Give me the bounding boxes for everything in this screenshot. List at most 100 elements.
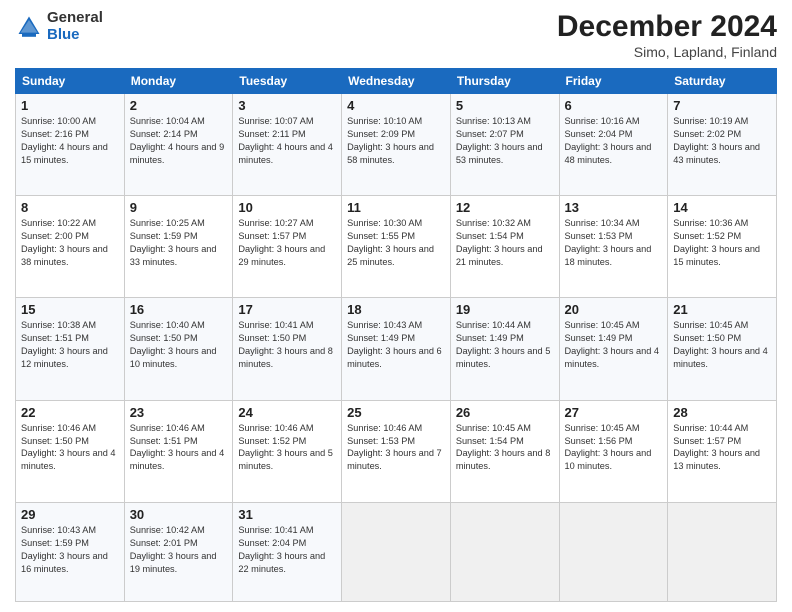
table-row: 15 Sunrise: 10:38 AMSunset: 1:51 PMDayli… — [16, 298, 125, 400]
day-number: 2 — [130, 98, 228, 113]
day-number: 26 — [456, 405, 554, 420]
day-detail: Sunrise: 10:44 AMSunset: 1:49 PMDaylight… — [456, 320, 551, 369]
header-thursday: Thursday — [450, 69, 559, 94]
day-detail: Sunrise: 10:19 AMSunset: 2:02 PMDaylight… — [673, 116, 760, 165]
day-detail: Sunrise: 10:36 AMSunset: 1:52 PMDaylight… — [673, 218, 760, 267]
day-number: 16 — [130, 302, 228, 317]
table-row: 29 Sunrise: 10:43 AMSunset: 1:59 PMDayli… — [16, 502, 125, 601]
day-number: 19 — [456, 302, 554, 317]
day-detail: Sunrise: 10:04 AMSunset: 2:14 PMDaylight… — [130, 116, 225, 165]
calendar-table: Sunday Monday Tuesday Wednesday Thursday… — [15, 68, 777, 602]
day-detail: Sunrise: 10:32 AMSunset: 1:54 PMDaylight… — [456, 218, 543, 267]
table-row: 5 Sunrise: 10:13 AMSunset: 2:07 PMDaylig… — [450, 94, 559, 196]
table-row: 26 Sunrise: 10:45 AMSunset: 1:54 PMDayli… — [450, 400, 559, 502]
page: General Blue December 2024 Simo, Lapland… — [0, 0, 792, 612]
month-title: December 2024 — [557, 10, 777, 44]
table-row: 7 Sunrise: 10:19 AMSunset: 2:02 PMDaylig… — [668, 94, 777, 196]
table-row: 16 Sunrise: 10:40 AMSunset: 1:50 PMDayli… — [124, 298, 233, 400]
day-number: 13 — [565, 200, 663, 215]
table-row: 14 Sunrise: 10:36 AMSunset: 1:52 PMDayli… — [668, 196, 777, 298]
day-number: 18 — [347, 302, 445, 317]
day-number: 29 — [21, 507, 119, 522]
weekday-header-row: Sunday Monday Tuesday Wednesday Thursday… — [16, 69, 777, 94]
day-number: 12 — [456, 200, 554, 215]
header-tuesday: Tuesday — [233, 69, 342, 94]
day-detail: Sunrise: 10:38 AMSunset: 1:51 PMDaylight… — [21, 320, 108, 369]
table-row: 10 Sunrise: 10:27 AMSunset: 1:57 PMDayli… — [233, 196, 342, 298]
logo-icon — [15, 13, 43, 41]
table-row: 18 Sunrise: 10:43 AMSunset: 1:49 PMDayli… — [342, 298, 451, 400]
header-monday: Monday — [124, 69, 233, 94]
day-detail: Sunrise: 10:43 AMSunset: 1:49 PMDaylight… — [347, 320, 442, 369]
day-number: 5 — [456, 98, 554, 113]
table-row: 6 Sunrise: 10:16 AMSunset: 2:04 PMDaylig… — [559, 94, 668, 196]
day-detail: Sunrise: 10:43 AMSunset: 1:59 PMDaylight… — [21, 525, 108, 574]
table-row: 2 Sunrise: 10:04 AMSunset: 2:14 PMDaylig… — [124, 94, 233, 196]
day-number: 23 — [130, 405, 228, 420]
day-detail: Sunrise: 10:30 AMSunset: 1:55 PMDaylight… — [347, 218, 434, 267]
day-detail: Sunrise: 10:46 AMSunset: 1:50 PMDaylight… — [21, 423, 116, 472]
table-row: 11 Sunrise: 10:30 AMSunset: 1:55 PMDayli… — [342, 196, 451, 298]
day-number: 11 — [347, 200, 445, 215]
day-number: 21 — [673, 302, 771, 317]
table-row: 4 Sunrise: 10:10 AMSunset: 2:09 PMDaylig… — [342, 94, 451, 196]
table-row: 24 Sunrise: 10:46 AMSunset: 1:52 PMDayli… — [233, 400, 342, 502]
day-number: 24 — [238, 405, 336, 420]
location-subtitle: Simo, Lapland, Finland — [557, 44, 777, 60]
table-row: 8 Sunrise: 10:22 AMSunset: 2:00 PMDaylig… — [16, 196, 125, 298]
table-row — [668, 502, 777, 601]
calendar-body: 1 Sunrise: 10:00 AMSunset: 2:16 PMDaylig… — [16, 94, 777, 602]
day-detail: Sunrise: 10:46 AMSunset: 1:53 PMDaylight… — [347, 423, 442, 472]
day-detail: Sunrise: 10:45 AMSunset: 1:54 PMDaylight… — [456, 423, 551, 472]
day-detail: Sunrise: 10:45 AMSunset: 1:49 PMDaylight… — [565, 320, 660, 369]
table-row: 9 Sunrise: 10:25 AMSunset: 1:59 PMDaylig… — [124, 196, 233, 298]
day-detail: Sunrise: 10:22 AMSunset: 2:00 PMDaylight… — [21, 218, 108, 267]
day-number: 25 — [347, 405, 445, 420]
day-detail: Sunrise: 10:16 AMSunset: 2:04 PMDaylight… — [565, 116, 652, 165]
day-number: 7 — [673, 98, 771, 113]
table-row — [559, 502, 668, 601]
table-row — [342, 502, 451, 601]
day-detail: Sunrise: 10:13 AMSunset: 2:07 PMDaylight… — [456, 116, 543, 165]
day-number: 3 — [238, 98, 336, 113]
table-row: 20 Sunrise: 10:45 AMSunset: 1:49 PMDayli… — [559, 298, 668, 400]
table-row: 30 Sunrise: 10:42 AMSunset: 2:01 PMDayli… — [124, 502, 233, 601]
day-number: 28 — [673, 405, 771, 420]
table-row: 19 Sunrise: 10:44 AMSunset: 1:49 PMDayli… — [450, 298, 559, 400]
day-detail: Sunrise: 10:00 AMSunset: 2:16 PMDaylight… — [21, 116, 108, 165]
day-number: 22 — [21, 405, 119, 420]
day-number: 1 — [21, 98, 119, 113]
logo-text: General Blue — [47, 10, 103, 43]
header-friday: Friday — [559, 69, 668, 94]
table-row: 3 Sunrise: 10:07 AMSunset: 2:11 PMDaylig… — [233, 94, 342, 196]
day-detail: Sunrise: 10:34 AMSunset: 1:53 PMDaylight… — [565, 218, 652, 267]
table-row: 28 Sunrise: 10:44 AMSunset: 1:57 PMDayli… — [668, 400, 777, 502]
logo-blue-text: Blue — [47, 27, 103, 44]
day-detail: Sunrise: 10:46 AMSunset: 1:52 PMDaylight… — [238, 423, 333, 472]
table-row: 1 Sunrise: 10:00 AMSunset: 2:16 PMDaylig… — [16, 94, 125, 196]
header: General Blue December 2024 Simo, Lapland… — [15, 10, 777, 60]
table-row: 12 Sunrise: 10:32 AMSunset: 1:54 PMDayli… — [450, 196, 559, 298]
table-row: 25 Sunrise: 10:46 AMSunset: 1:53 PMDayli… — [342, 400, 451, 502]
day-detail: Sunrise: 10:45 AMSunset: 1:50 PMDaylight… — [673, 320, 768, 369]
table-row: 23 Sunrise: 10:46 AMSunset: 1:51 PMDayli… — [124, 400, 233, 502]
header-sunday: Sunday — [16, 69, 125, 94]
table-row — [450, 502, 559, 601]
day-number: 20 — [565, 302, 663, 317]
table-row: 17 Sunrise: 10:41 AMSunset: 1:50 PMDayli… — [233, 298, 342, 400]
day-number: 17 — [238, 302, 336, 317]
day-detail: Sunrise: 10:44 AMSunset: 1:57 PMDaylight… — [673, 423, 760, 472]
day-detail: Sunrise: 10:46 AMSunset: 1:51 PMDaylight… — [130, 423, 225, 472]
day-detail: Sunrise: 10:40 AMSunset: 1:50 PMDaylight… — [130, 320, 217, 369]
header-saturday: Saturday — [668, 69, 777, 94]
day-detail: Sunrise: 10:27 AMSunset: 1:57 PMDaylight… — [238, 218, 325, 267]
day-number: 27 — [565, 405, 663, 420]
table-row: 13 Sunrise: 10:34 AMSunset: 1:53 PMDayli… — [559, 196, 668, 298]
day-detail: Sunrise: 10:10 AMSunset: 2:09 PMDaylight… — [347, 116, 434, 165]
day-number: 10 — [238, 200, 336, 215]
day-number: 31 — [238, 507, 336, 522]
day-number: 6 — [565, 98, 663, 113]
day-number: 4 — [347, 98, 445, 113]
table-row: 27 Sunrise: 10:45 AMSunset: 1:56 PMDayli… — [559, 400, 668, 502]
day-detail: Sunrise: 10:42 AMSunset: 2:01 PMDaylight… — [130, 525, 217, 574]
